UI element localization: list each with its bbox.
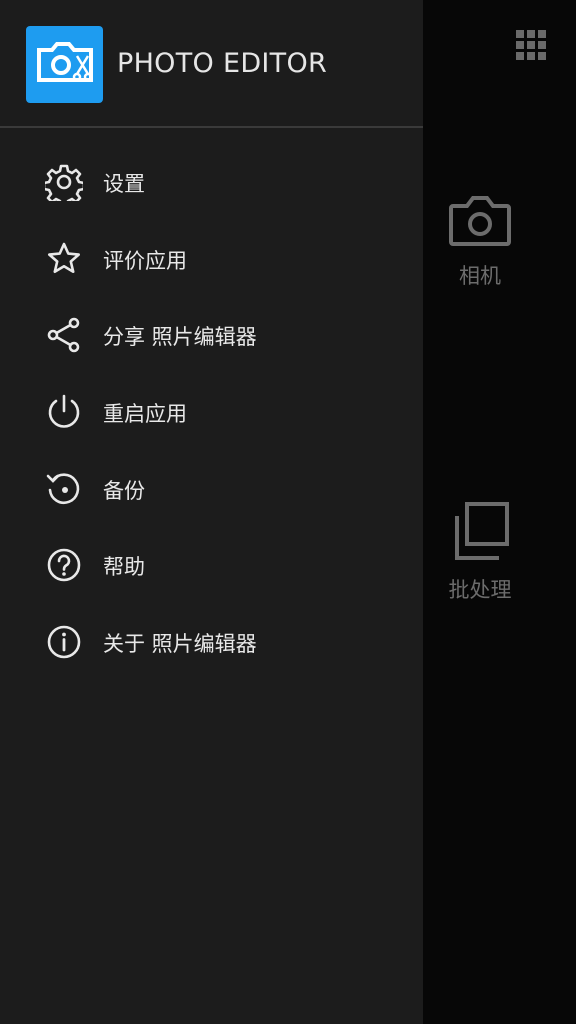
menu-item-help[interactable]: 帮助 — [0, 528, 423, 605]
menu-item-about[interactable]: 关于 照片编辑器 — [0, 605, 423, 682]
share-icon — [47, 318, 80, 353]
apps-grid-icon[interactable] — [514, 28, 548, 62]
restore-icon — [46, 473, 80, 504]
menu-item-backup[interactable]: 备份 — [0, 452, 423, 529]
info-icon — [47, 625, 81, 659]
menu-item-share[interactable]: 分享 照片编辑器 — [0, 298, 423, 375]
navigation-drawer: PHOTO EDITOR 设置 评价应用 分享 照片编辑器 重启应用 备份 帮助… — [0, 0, 423, 1024]
drawer-menu: 设置 评价应用 分享 照片编辑器 重启应用 备份 帮助 关于 照片编辑器 — [0, 145, 423, 682]
menu-item-rate-app[interactable]: 评价应用 — [0, 222, 423, 299]
menu-item-label: 重启应用 — [103, 402, 187, 427]
star-icon — [48, 242, 80, 273]
app-logo — [26, 26, 103, 103]
power-icon — [48, 394, 80, 428]
menu-item-label: 分享 照片编辑器 — [103, 325, 257, 350]
menu-item-label: 评价应用 — [103, 248, 187, 273]
help-icon — [47, 549, 81, 582]
menu-item-label: 备份 — [103, 478, 145, 503]
menu-item-label: 设置 — [103, 172, 145, 196]
camera-tile[interactable]: 相机 — [424, 190, 536, 290]
batch-tile[interactable]: 批处理 — [424, 500, 536, 604]
menu-item-settings[interactable]: 设置 — [0, 145, 423, 222]
camera-scissors-icon — [37, 42, 93, 82]
menu-item-label: 帮助 — [103, 555, 145, 580]
camera-tile-label: 相机 — [459, 264, 501, 288]
camera-icon — [449, 196, 511, 246]
app-title: PHOTO EDITOR — [117, 48, 328, 79]
batch-tile-label: 批处理 — [448, 578, 512, 602]
batch-icon — [455, 502, 509, 560]
menu-item-restart[interactable]: 重启应用 — [0, 375, 423, 452]
menu-item-label: 关于 照片编辑器 — [103, 632, 257, 657]
drawer-header: PHOTO EDITOR — [0, 0, 423, 128]
gear-icon — [45, 164, 83, 201]
